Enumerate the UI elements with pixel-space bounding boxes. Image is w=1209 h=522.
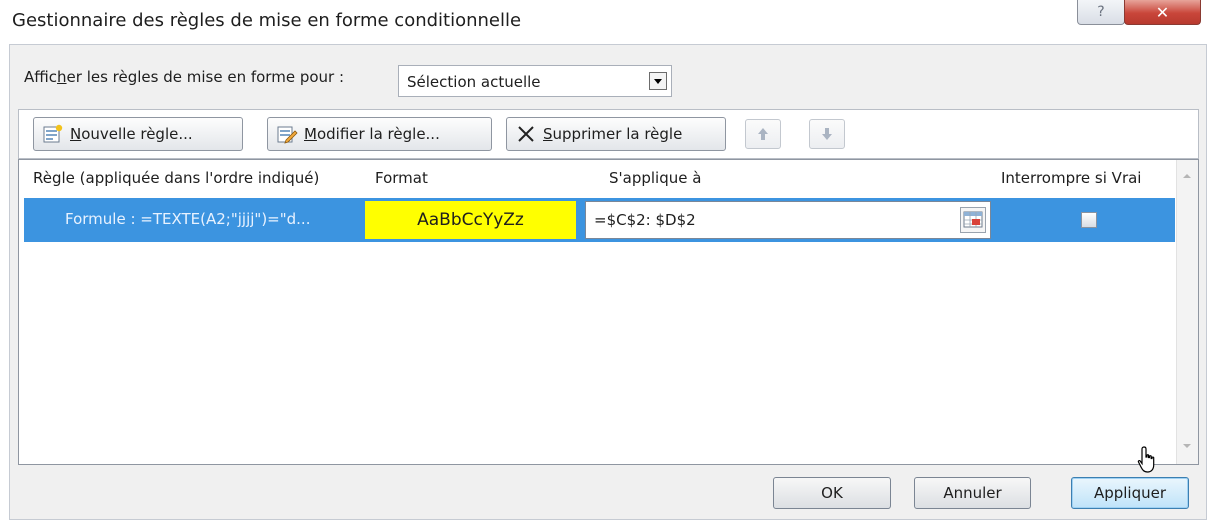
new-rule-icon [42,124,64,144]
column-header-rule: Règle (appliquée dans l'ordre indiqué) [33,169,320,187]
new-rule-button[interactable]: Nouvelle règle... [33,117,243,151]
show-rules-select[interactable]: Sélection actuelle [398,65,672,97]
title-bar[interactable]: Gestionnaire des règles de mise en forme… [0,0,1209,44]
mouse-cursor-icon [1137,446,1155,473]
move-up-button[interactable] [745,119,781,149]
show-rules-label: Afficher les règles de mise en forme pou… [24,68,345,86]
edit-rule-label: Modifier la règle... [304,125,440,143]
applies-to-value: =$C$2: $D$2 [594,211,696,229]
rule-row[interactable]: Formule : =TEXTE(A2;"jjjj")="d... AaBbCc… [24,198,1175,242]
rules-list-scrollbar[interactable] [1176,160,1198,464]
help-button[interactable]: ? [1077,0,1125,25]
edit-rule-button[interactable]: Modifier la règle... [267,117,492,151]
chevron-down-icon[interactable] [649,72,667,90]
close-icon: ✕ [1155,2,1170,22]
ok-button[interactable]: OK [773,477,891,509]
show-rules-selected-value: Sélection actuelle [407,73,541,91]
arrow-up-icon [758,128,768,140]
cancel-button[interactable]: Annuler [914,477,1031,509]
apply-button[interactable]: Appliquer [1071,477,1189,509]
cancel-label: Annuler [943,484,1002,502]
move-down-button[interactable] [809,119,845,149]
ok-label: OK [821,484,843,502]
applies-to-field[interactable]: =$C$2: $D$2 [585,201,991,239]
close-button[interactable]: ✕ [1124,0,1201,25]
help-icon: ? [1097,4,1105,20]
format-preview: AaBbCcYyZz [365,201,576,239]
rules-list-header: Règle (appliquée dans l'ordre indiqué) F… [19,160,1176,196]
rules-toolbar: Nouvelle règle... Modifier la règle... S… [18,109,1199,159]
column-header-format: Format [375,169,428,187]
edit-rule-icon [276,124,298,144]
scroll-up-icon[interactable] [1183,174,1191,178]
arrow-down-icon [822,128,832,140]
apply-label: Appliquer [1093,484,1167,502]
delete-rule-label: Supprimer la règle [543,125,683,143]
rules-list: Règle (appliquée dans l'ordre indiqué) F… [18,159,1199,465]
conditional-formatting-dialog: Gestionnaire des règles de mise en forme… [0,0,1209,522]
column-header-stop-if-true: Interrompre si Vrai [1001,169,1142,187]
format-preview-text: AaBbCcYyZz [417,210,524,230]
stop-if-true-checkbox[interactable] [1081,212,1097,228]
window-title: Gestionnaire des règles de mise en forme… [12,10,522,31]
range-select-button[interactable] [960,207,986,233]
dialog-body: Afficher les règles de mise en forme pou… [9,44,1207,520]
column-header-applies-to: S'applique à [609,169,702,187]
delete-rule-button[interactable]: Supprimer la règle [506,117,726,151]
scroll-down-icon[interactable] [1183,444,1191,448]
delete-icon [515,124,537,144]
range-picker-icon [963,211,983,228]
new-rule-label: Nouvelle règle... [70,125,193,143]
rule-description: Formule : =TEXTE(A2;"jjjj")="d... [65,210,311,228]
